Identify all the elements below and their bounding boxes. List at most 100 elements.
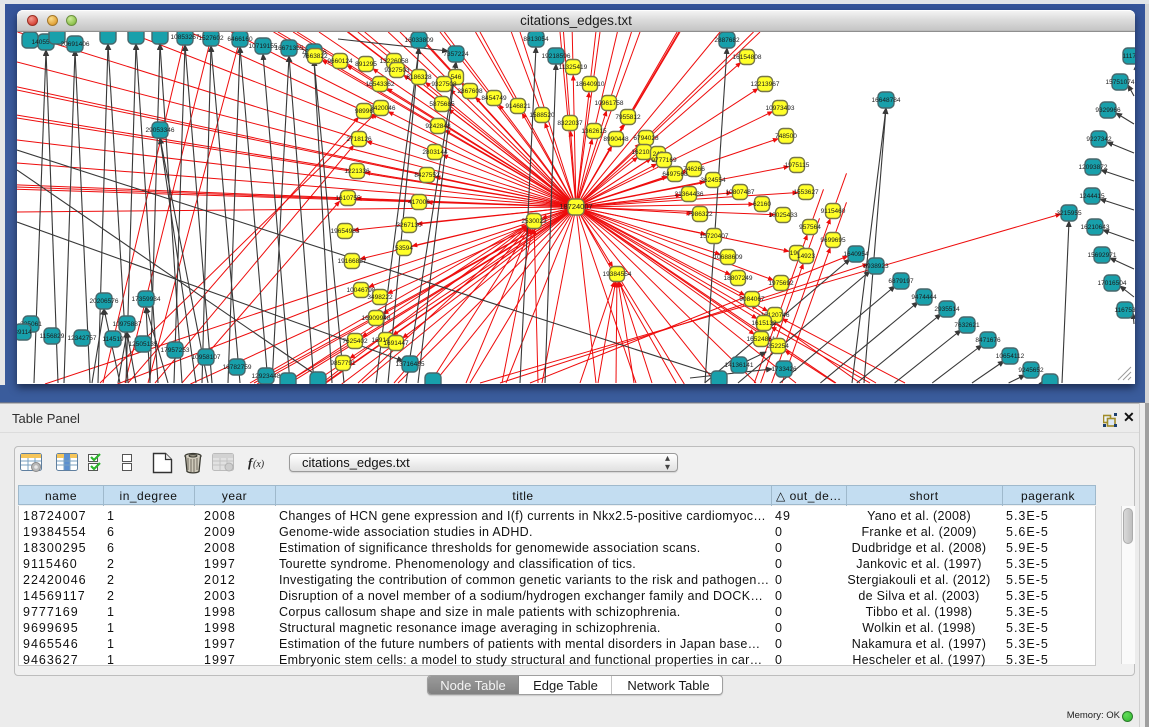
svg-text:19384554: 19384554 (603, 271, 632, 278)
svg-text:1588520: 1588520 (529, 112, 555, 119)
svg-text:9242848: 9242848 (425, 123, 451, 130)
svg-text:16648784: 16648784 (872, 97, 901, 104)
svg-text:62160: 62160 (753, 201, 771, 208)
svg-text:546: 546 (451, 74, 462, 81)
svg-text:1691447: 1691447 (383, 340, 409, 347)
svg-text:8454749: 8454749 (481, 95, 507, 102)
svg-text:15692971: 15692971 (1088, 252, 1117, 259)
svg-text:18807249: 18807249 (724, 275, 753, 282)
svg-text:1221336: 1221336 (344, 168, 370, 175)
svg-text:3267130: 3267130 (396, 222, 422, 229)
svg-text:2803144: 2803144 (422, 149, 448, 156)
svg-text:252254: 252254 (767, 343, 789, 350)
svg-text:2867608: 2867608 (457, 88, 483, 95)
svg-text:8427552: 8427552 (414, 172, 440, 179)
svg-text:8471676: 8471676 (975, 337, 1001, 344)
svg-text:15720407: 15720407 (700, 233, 729, 240)
svg-text:7632621: 7632621 (954, 322, 980, 329)
svg-text:3215955: 3215955 (1056, 210, 1082, 217)
svg-text:15751074: 15751074 (1106, 79, 1135, 86)
svg-text:1527602: 1527602 (198, 35, 224, 42)
svg-text:9329966: 9329966 (1095, 107, 1121, 114)
svg-text:10961758: 10961758 (595, 100, 624, 107)
svg-text:9245652: 9245652 (1018, 367, 1044, 374)
svg-text:16782759: 16782759 (223, 364, 252, 371)
svg-text:11325419: 11325419 (559, 64, 588, 71)
svg-text:10025433: 10025433 (769, 212, 798, 219)
svg-text:1244415: 1244415 (1079, 193, 1105, 200)
svg-text:20206576: 20206576 (90, 298, 119, 305)
svg-text:(x): (x) (253, 459, 265, 470)
svg-text:10046798: 10046798 (347, 287, 376, 294)
svg-text:8322037: 8322037 (557, 120, 583, 127)
svg-text:17359934: 17359934 (132, 296, 161, 303)
svg-text:417006: 417006 (408, 199, 430, 206)
svg-text:13716485: 13716485 (396, 361, 425, 368)
svg-text:6879197: 6879197 (888, 278, 914, 285)
svg-text:9146821: 9146821 (505, 103, 531, 110)
svg-text:3624554: 3624554 (700, 177, 726, 184)
svg-text:9474444: 9474444 (911, 294, 937, 301)
svg-text:8186328: 8186328 (406, 74, 432, 81)
svg-text:9327503: 9327503 (384, 67, 410, 74)
svg-text:1975692: 1975692 (768, 280, 794, 287)
svg-text:1553627: 1553627 (793, 189, 819, 196)
svg-text:12213967: 12213967 (751, 81, 780, 88)
svg-text:16210643: 16210643 (1081, 224, 1110, 231)
svg-text:9857791: 9857791 (330, 360, 356, 367)
svg-text:14136141: 14136141 (725, 362, 754, 369)
svg-text:3498222: 3498222 (367, 294, 393, 301)
svg-text:9327508: 9327508 (431, 81, 457, 88)
svg-text:10853267: 10853267 (171, 34, 200, 41)
svg-text:891295: 891295 (355, 61, 377, 68)
svg-text:29053346: 29053346 (146, 127, 175, 134)
svg-text:18640910: 18640910 (576, 81, 605, 88)
svg-text:18724007: 18724007 (559, 202, 592, 211)
svg-text:1640954: 1640954 (843, 251, 869, 258)
svg-text:39114: 39114 (17, 329, 32, 336)
svg-text:10688609: 10688609 (714, 254, 743, 261)
svg-text:12505135: 12505135 (129, 341, 158, 348)
svg-text:16033809: 16033809 (405, 37, 434, 44)
svg-text:6497568: 6497568 (662, 171, 688, 178)
svg-text:8813054: 8813054 (523, 36, 549, 43)
svg-text:2935514: 2935514 (934, 306, 960, 313)
svg-text:8990448: 8990448 (603, 136, 629, 143)
svg-text:14923: 14923 (797, 253, 815, 260)
svg-text:9115460: 9115460 (821, 208, 846, 215)
svg-text:19218596: 19218596 (542, 53, 571, 60)
svg-text:11172: 11172 (1122, 53, 1135, 60)
svg-text:16543362: 16543362 (366, 81, 395, 88)
svg-text:7955812: 7955812 (615, 114, 641, 121)
svg-text:19654983: 19654983 (331, 228, 360, 235)
svg-text:9227342: 9227342 (1086, 136, 1112, 143)
svg-text:1156829: 1156829 (40, 333, 65, 340)
svg-text:10975887: 10975887 (113, 321, 142, 328)
svg-text:16154808: 16154808 (733, 54, 762, 61)
svg-text:12923448: 12923448 (252, 373, 281, 380)
svg-text:16909948: 16909948 (362, 315, 391, 322)
svg-text:2887682: 2887682 (714, 37, 740, 44)
svg-text:1733426: 1733426 (771, 366, 797, 373)
svg-text:10958107: 10958107 (192, 354, 221, 361)
svg-text:9699695: 9699695 (820, 237, 846, 244)
svg-text:53594: 53594 (395, 245, 413, 252)
svg-text:98996: 98996 (355, 108, 373, 115)
svg-text:10973493: 10973493 (766, 105, 795, 112)
svg-text:9660124: 9660124 (327, 58, 353, 65)
svg-text:7357224: 7357224 (443, 51, 469, 58)
svg-text:20691406: 20691406 (61, 41, 90, 48)
svg-text:10719155: 10719155 (249, 43, 278, 50)
svg-text:17016504: 17016504 (1098, 280, 1127, 287)
svg-text:748500: 748500 (775, 133, 797, 140)
svg-text:1975115: 1975115 (785, 162, 810, 169)
svg-text:116753: 116753 (1114, 307, 1135, 314)
svg-text:7625402: 7625402 (342, 338, 368, 345)
svg-text:6794028: 6794028 (633, 135, 659, 142)
svg-text:2718126: 2718126 (346, 136, 372, 143)
svg-text:19166827: 19166827 (338, 258, 367, 265)
svg-text:5875685: 5875685 (429, 101, 455, 108)
svg-text:2530023: 2530023 (521, 218, 547, 225)
svg-text:1610755: 1610755 (335, 195, 361, 202)
svg-text:1615132: 1615132 (751, 320, 777, 327)
